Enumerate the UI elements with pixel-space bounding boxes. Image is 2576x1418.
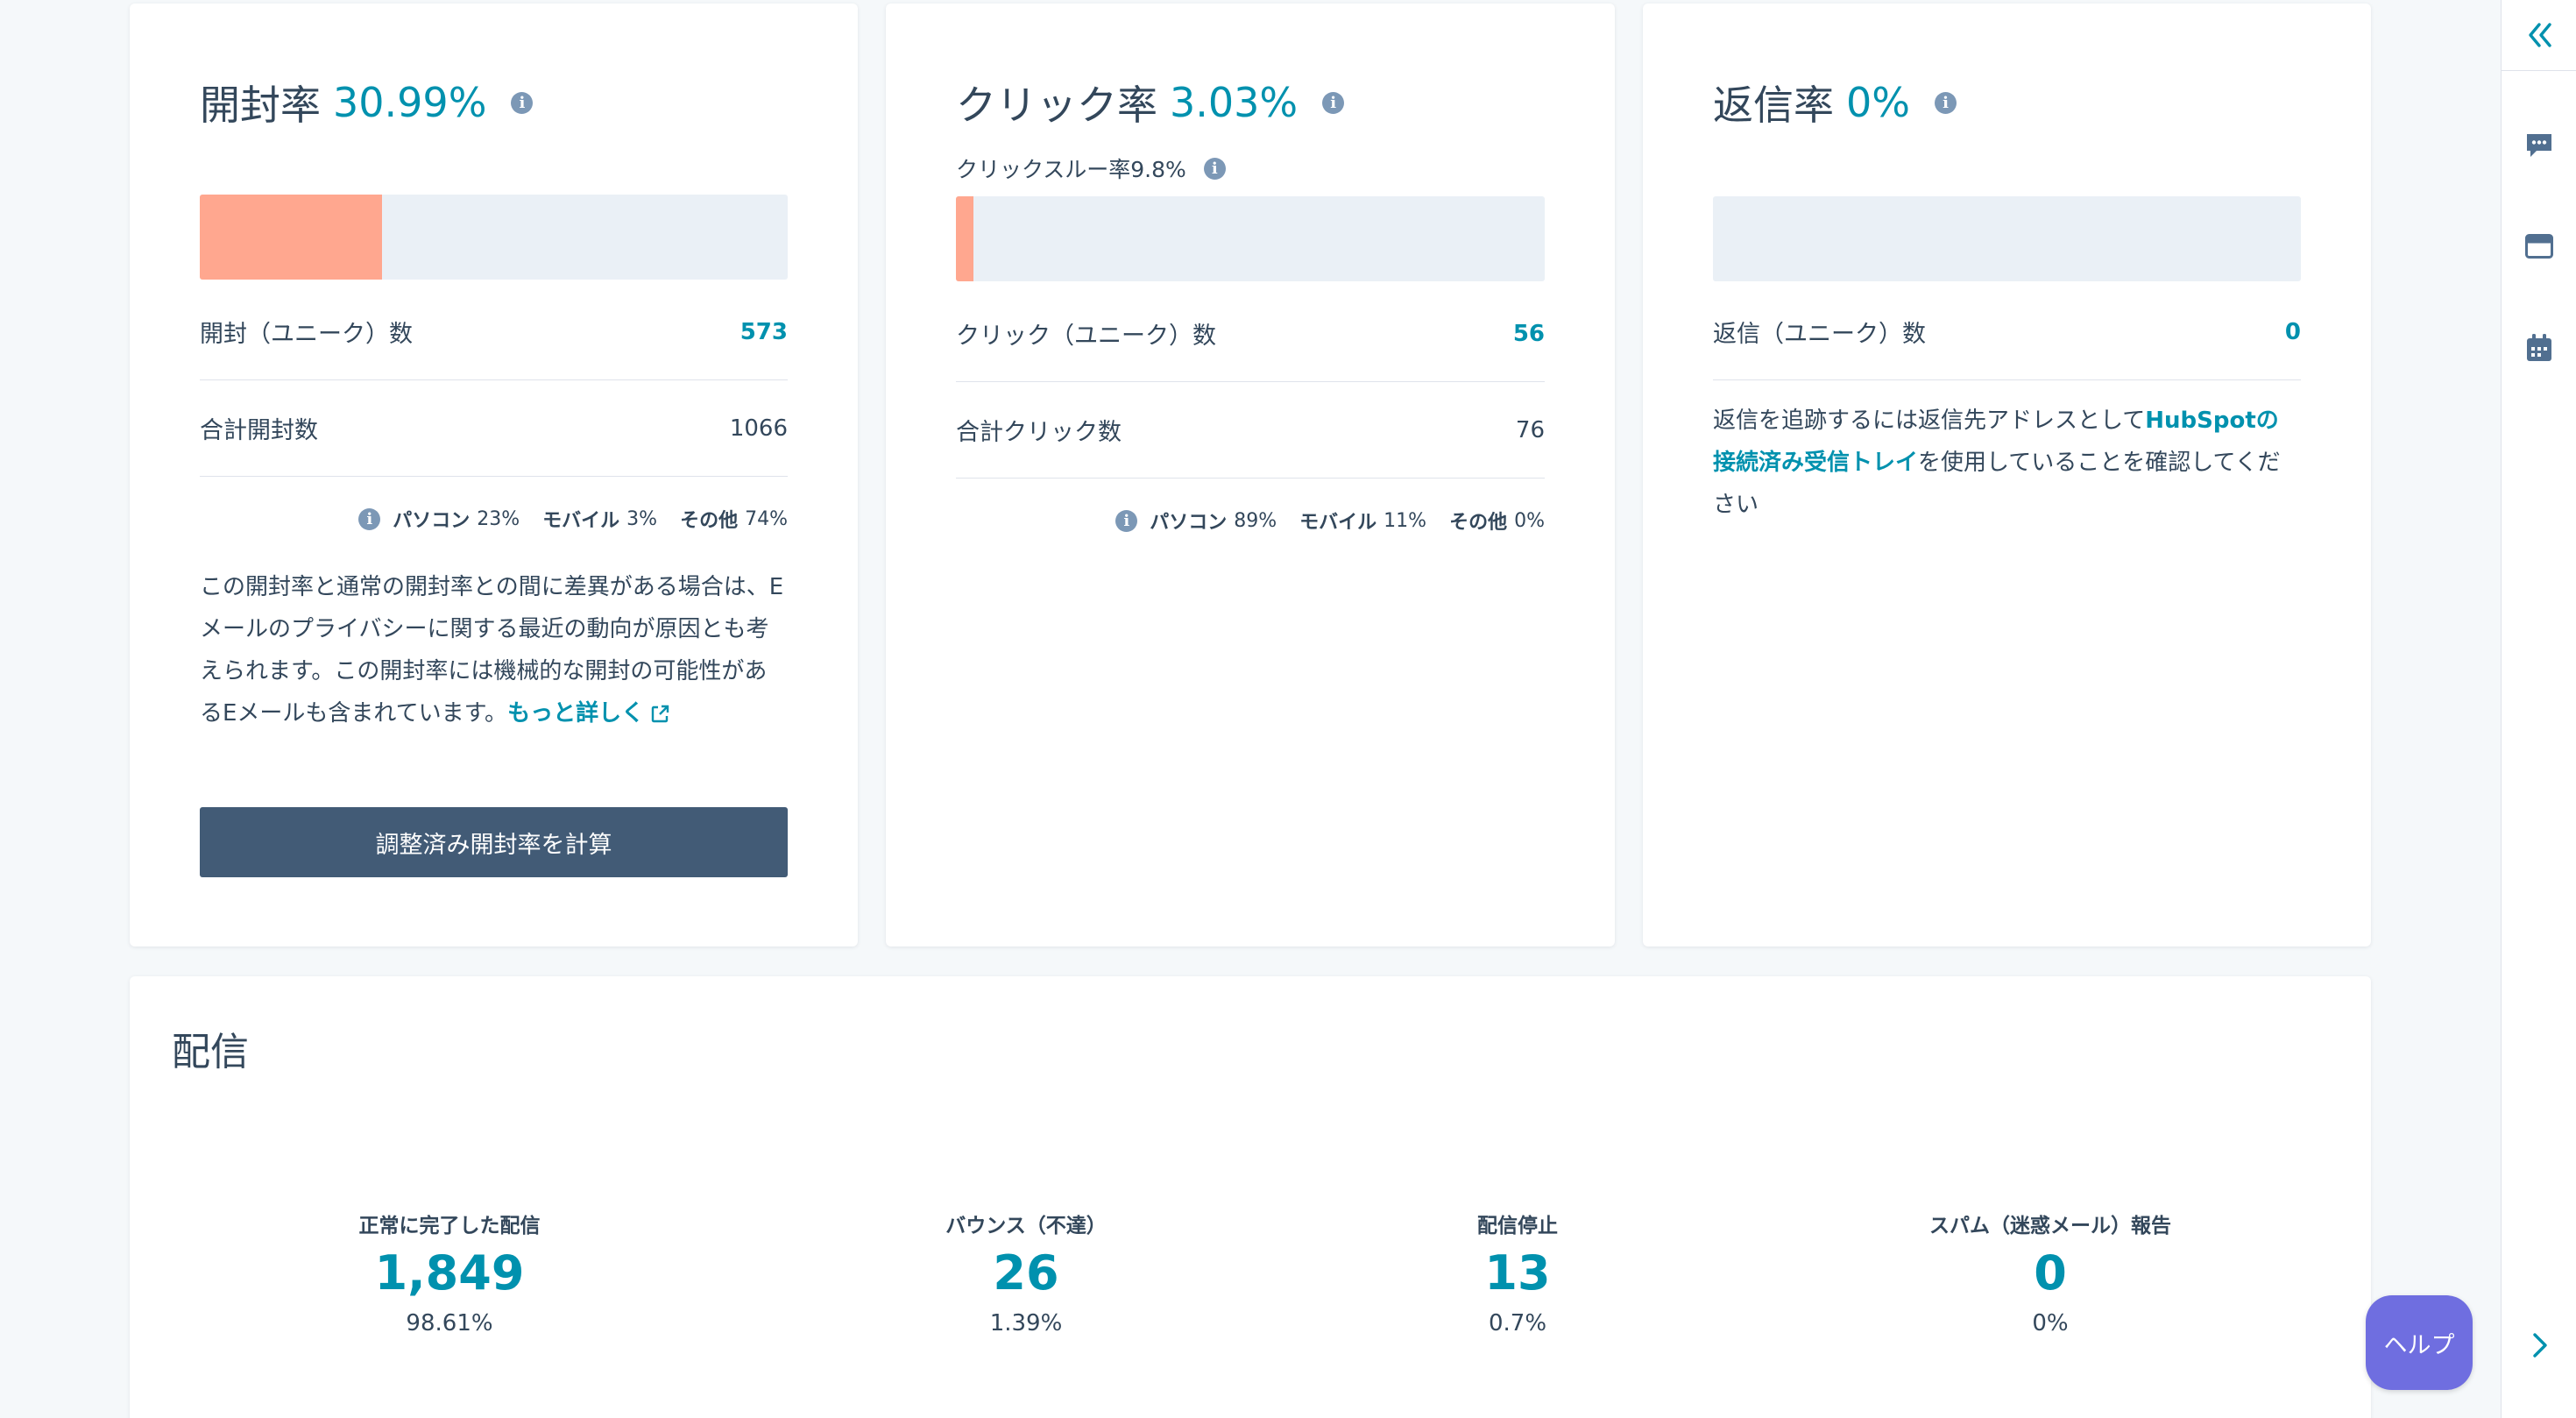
open-rate-label: 開封率: [200, 82, 321, 129]
bounce-value[interactable]: 26: [807, 1245, 1245, 1307]
total-clicks-row: 合計クリック数 76: [956, 382, 1545, 479]
info-icon[interactable]: i: [511, 91, 534, 114]
delivered-label: 正常に完了した配信: [358, 1215, 541, 1237]
total-opens-label: 合計開封数: [200, 417, 318, 444]
click-rate-card: クリック率 3.03% i クリックスルー率9.8% i クリック（ユニーク）数…: [886, 4, 1615, 947]
click-rate-bar: [956, 196, 1545, 281]
spam-report-percent: 0%: [2032, 1310, 2069, 1336]
reply-note-before: 返信を追跡するには返信先アドレスとして: [1713, 408, 2146, 434]
click-rate-value: 3.03%: [1170, 79, 1299, 126]
info-icon[interactable]: i: [1203, 157, 1226, 180]
open-rate-title: 開封率 30.99% i: [200, 74, 534, 131]
unsubscribe-stat: 配信停止 13 0.7%: [1299, 1209, 1737, 1336]
reply-rate-title: 返信率 0% i: [1713, 74, 1957, 131]
unsubscribe-value[interactable]: 13: [1299, 1245, 1737, 1307]
reply-rate-bar: [1713, 196, 2301, 281]
click-through-rate-text: クリックスルー率9.8%: [956, 157, 1186, 182]
info-icon[interactable]: i: [1934, 91, 1957, 114]
delivered-value[interactable]: 1,849: [130, 1245, 769, 1307]
chevron-right-icon: [2533, 1333, 2547, 1358]
rail-divider: [2502, 70, 2576, 71]
click-rate-title: クリック率 3.03% i: [956, 74, 1345, 131]
device-value-desktop: 23%: [477, 507, 520, 530]
chat-button[interactable]: [2502, 131, 2576, 160]
unsubscribe-label: 配信停止: [1477, 1215, 1558, 1237]
open-rate-bar: [200, 195, 788, 280]
total-clicks-label: 合計クリック数: [956, 419, 1122, 446]
click-rate-label: クリック率: [956, 82, 1157, 129]
right-sidebar: [2501, 0, 2576, 1418]
unique-clicks-value[interactable]: 56: [1513, 321, 1545, 347]
external-link-icon[interactable]: [649, 704, 670, 725]
device-label-desktop: パソコン: [1150, 512, 1228, 534]
unique-replies-value[interactable]: 0: [2285, 319, 2301, 345]
unique-clicks-label: クリック（ユニーク）数: [956, 323, 1216, 350]
spam-report-label: スパム（迷惑メール）報告: [1929, 1215, 2171, 1237]
click-through-rate: クリックスルー率9.8% i: [956, 152, 1226, 184]
device-label-mobile: モバイル: [1299, 512, 1377, 534]
reply-rate-label: 返信率: [1713, 82, 1834, 129]
device-label-mobile: モバイル: [542, 510, 620, 532]
reply-tracking-note: 返信を追跡するには返信先アドレスとしてHubSpotの接続済み受信トレイを使用し…: [1713, 400, 2301, 526]
device-value-mobile: 3%: [626, 507, 658, 530]
privacy-note-text: この開封率と通常の開封率との間に差異がある場合は、Eメールのプライバシーに関する…: [200, 574, 784, 727]
unique-opens-row: 開封（ユニーク）数 573: [200, 284, 788, 380]
bounce-label: バウンス（不達）: [945, 1215, 1107, 1237]
spam-report-value[interactable]: 0: [1831, 1245, 2269, 1307]
privacy-note: この開封率と通常の開封率との間に差異がある場合は、Eメールのプライバシーに関する…: [200, 566, 788, 734]
device-value-desktop: 89%: [1234, 509, 1277, 532]
device-value-other: 0%: [1514, 509, 1545, 532]
learn-more-link[interactable]: もっと詳しく: [507, 700, 644, 727]
double-chevron-left-icon: [2529, 23, 2551, 47]
collapse-sidebar-button[interactable]: [2502, 19, 2576, 51]
bounce-stat: バウンス（不達） 26 1.39%: [807, 1209, 1245, 1336]
unique-opens-value[interactable]: 573: [740, 319, 788, 345]
chat-icon: [2527, 134, 2551, 157]
reply-rate-card: 返信率 0% i 返信（ユニーク）数 0 返信を追跡するには返信先アドレスとして…: [1643, 4, 2371, 947]
inbox-icon: [2525, 234, 2553, 259]
click-rate-bar-fill: [956, 196, 974, 281]
delivery-card: 配信 正常に完了した配信 1,849 98.61% バウンス（不達） 26 1.…: [130, 976, 2371, 1418]
open-device-breakdown: i パソコン 23% モバイル 3% その他 74%: [358, 501, 788, 536]
info-icon[interactable]: i: [1115, 509, 1138, 532]
device-label-desktop: パソコン: [393, 510, 471, 532]
help-button[interactable]: ヘルプ: [2366, 1295, 2473, 1390]
delivered-percent: 98.61%: [406, 1310, 493, 1336]
total-opens-value: 1066: [729, 415, 788, 442]
reply-rate-value: 0%: [1846, 79, 1910, 126]
open-rate-value: 30.99%: [333, 79, 487, 126]
delivered-stat: 正常に完了した配信 1,849 98.61%: [130, 1209, 769, 1336]
unique-replies-label: 返信（ユニーク）数: [1713, 321, 1926, 348]
total-clicks-value: 76: [1515, 416, 1545, 443]
calculate-adjusted-open-rate-button[interactable]: 調整済み開封率を計算: [200, 807, 788, 877]
device-value-mobile: 11%: [1384, 509, 1427, 532]
click-device-breakdown: i パソコン 89% モバイル 11% その他 0%: [1115, 503, 1545, 538]
spam-report-stat: スパム（迷惑メール）報告 0 0%: [1831, 1209, 2269, 1336]
device-value-other: 74%: [745, 507, 788, 530]
unique-opens-label: 開封（ユニーク）数: [200, 321, 413, 348]
device-label-other: その他: [680, 510, 739, 532]
unique-clicks-row: クリック（ユニーク）数 56: [956, 286, 1545, 382]
open-rate-card: 開封率 30.99% i 開封（ユニーク）数 573 合計開封数 1066 i …: [130, 4, 858, 947]
info-icon[interactable]: i: [358, 507, 381, 530]
device-label-other: その他: [1449, 512, 1508, 534]
total-opens-row: 合計開封数 1066: [200, 380, 788, 477]
calendar-button[interactable]: [2502, 333, 2576, 363]
calendar-icon: [2527, 334, 2551, 361]
delivery-title: 配信: [172, 1030, 249, 1074]
info-icon[interactable]: i: [1322, 91, 1345, 114]
unique-replies-row: 返信（ユニーク）数 0: [1713, 284, 2301, 380]
open-rate-bar-fill: [200, 195, 382, 280]
unsubscribe-percent: 0.7%: [1488, 1310, 1547, 1336]
inbox-button[interactable]: [2502, 233, 2576, 259]
bounce-percent: 1.39%: [989, 1310, 1063, 1336]
expand-button[interactable]: [2502, 1330, 2576, 1360]
